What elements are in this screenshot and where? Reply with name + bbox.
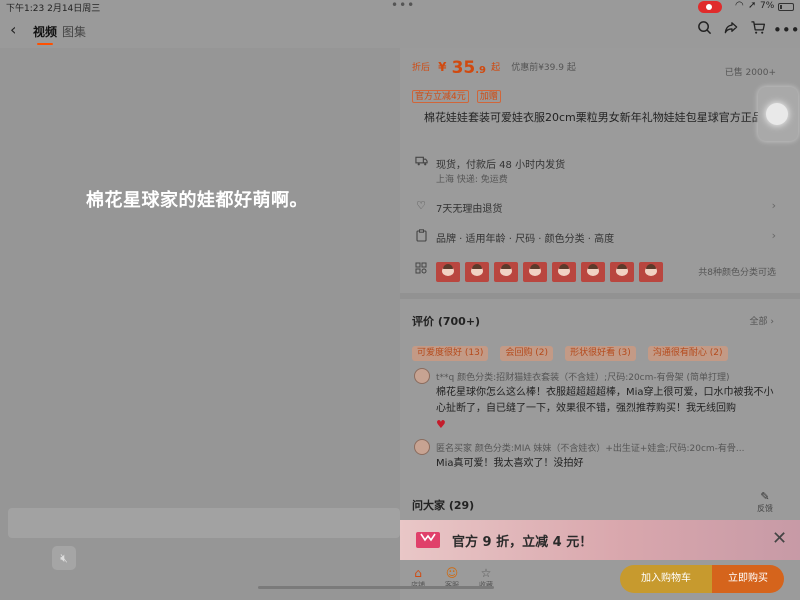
- bottom-action-bar: ⌂ 店铺 ☺ 客服 ☆ 收藏 加入购物车 立即购买: [400, 560, 800, 600]
- variant-thumb[interactable]: [610, 262, 634, 282]
- heart-outline-icon: ♡: [416, 199, 426, 212]
- grid-icon: [414, 262, 428, 276]
- tab-gallery[interactable]: 图集: [62, 23, 86, 40]
- buy-now-button[interactable]: 立即购买: [712, 565, 784, 593]
- avatar: [414, 439, 430, 455]
- price-integer: 35: [451, 58, 476, 78]
- review-tags: 可爱度很好 (13) 会回购 (2) 形状很好看 (3) 沟通很有耐心 (2): [412, 340, 735, 361]
- share-icon[interactable]: [720, 19, 742, 41]
- clipboard-icon: [414, 229, 428, 243]
- close-icon[interactable]: ✕: [772, 528, 787, 549]
- section-divider: [400, 293, 800, 299]
- back-icon[interactable]: ‹: [10, 20, 16, 39]
- status-time: 下午1:23 2月14日周三: [6, 4, 101, 14]
- location-icon: ➚: [748, 0, 757, 11]
- avatar: [414, 368, 430, 384]
- screen-record-icon: [698, 1, 722, 13]
- price-prefix: 折后: [412, 63, 431, 73]
- promo-badges: 官方立减4元 加赠: [412, 84, 504, 103]
- review-tag[interactable]: 沟通很有耐心 (2): [647, 346, 728, 361]
- qa-title[interactable]: 问大家 (29): [412, 497, 474, 513]
- product-panel: 折后 ¥ 35.9 起 优惠前¥39.9 起 已售 2000+ 官方立减4元 加…: [400, 48, 800, 600]
- assistive-touch-icon[interactable]: [758, 87, 798, 141]
- original-price: 优惠前¥39.9 起: [511, 63, 576, 73]
- tab-video[interactable]: 视频: [33, 23, 57, 45]
- multitask-dots-icon[interactable]: •••: [391, 0, 415, 12]
- price-row: 折后 ¥ 35.9 起 优惠前¥39.9 起: [412, 58, 576, 80]
- home-indicator[interactable]: [258, 586, 494, 589]
- badge-discount: 官方立减4元: [412, 90, 469, 103]
- truck-icon: [414, 155, 428, 169]
- variant-thumb[interactable]: [494, 262, 518, 282]
- edit-icon: ✎: [760, 490, 770, 503]
- star-icon: ☆: [480, 566, 492, 580]
- mute-icon[interactable]: 🔇︎: [52, 546, 76, 570]
- product-title: 棉花娃娃套装可爱娃衣服20cm栗粒男女新年礼物娃娃包星球官方正品: [424, 111, 763, 124]
- review-tag[interactable]: 会回购 (2): [500, 346, 554, 361]
- promo-banner[interactable]: 官方 9 折，立减 4 元！ ✕: [400, 520, 800, 560]
- video-player[interactable]: 棉花星球家的娃都好萌啊。 🔇︎: [0, 48, 400, 600]
- battery-icon: [778, 3, 794, 11]
- danmaku-input-bar[interactable]: [8, 508, 400, 538]
- top-nav: ‹ 视频 图集 •••: [0, 14, 800, 48]
- review-text: Mia真可爱！我太喜欢了！没拍好: [436, 458, 584, 469]
- reviews-title: 评价 (700+): [412, 315, 481, 328]
- price-suffix: 起: [491, 63, 501, 73]
- review-item[interactable]: 匿名买家 颜色分类:MIA 妹妹（不含娃衣）+出生证+娃盒;尺码:20cm-有骨…: [414, 439, 778, 479]
- variant-thumb[interactable]: [639, 262, 663, 282]
- battery-percent: 7%: [760, 1, 775, 11]
- review-meta: 匿名买家 颜色分类:MIA 妹妹（不含娃衣）+出生证+娃盒;尺码:20cm-有骨…: [436, 444, 745, 454]
- cart-icon[interactable]: [747, 19, 769, 41]
- shipping-sub: 上海 快递: 免运费: [436, 175, 508, 185]
- shipping-row[interactable]: 现货，付款后 48 小时内发货 上海 快递: 免运费: [412, 154, 776, 188]
- wifi-icon: ◠: [735, 0, 744, 11]
- feedback-button[interactable]: ✎ 反馈: [752, 490, 778, 514]
- variant-thumb[interactable]: [436, 262, 460, 282]
- shop-icon: ⌂: [414, 566, 422, 580]
- chevron-right-icon: ›: [771, 229, 776, 242]
- review-item[interactable]: t**q 颜色分类:招财猫娃衣套装（不含娃）;尺码:20cm-有骨架 (简单打理…: [414, 368, 778, 434]
- promo-text: 官方 9 折，立减 4 元！: [452, 535, 593, 550]
- returns-text: 7天无理由退货: [436, 204, 503, 215]
- chat-icon: ☺: [445, 566, 459, 580]
- tmall-logo-icon: [416, 532, 440, 548]
- variant-thumb[interactable]: [581, 262, 605, 282]
- variants-count[interactable]: 共8种颜色分类可选: [698, 265, 776, 278]
- returns-row[interactable]: ♡ 7天无理由退货 ›: [412, 198, 776, 218]
- reviews-all-link[interactable]: 全部 ›: [750, 314, 774, 327]
- review-text: 棉花星球你怎么这么棒！衣服超超超超棒，Mia穿上很可爱，口水巾被我不小心扯断了，…: [436, 387, 774, 431]
- shipping-text: 现货，付款后 48 小时内发货: [436, 160, 566, 171]
- variant-thumb[interactable]: [523, 262, 547, 282]
- review-meta: t**q 颜色分类:招财猫娃衣套装（不含娃）;尺码:20cm-有骨架 (简单打理…: [436, 373, 730, 383]
- review-tag[interactable]: 可爱度很好 (13): [412, 346, 489, 361]
- variant-thumb[interactable]: [552, 262, 576, 282]
- params-row[interactable]: 品牌 · 适用年龄 · 尺码 · 颜色分类 · 高度 ›: [412, 228, 776, 248]
- status-bar: 下午1:23 2月14日周三 ••• ◠ ➚ 7%: [0, 0, 800, 14]
- params-text: 品牌 · 适用年龄 · 尺码 · 颜色分类 · 高度: [436, 234, 615, 245]
- chevron-right-icon: ›: [771, 199, 776, 212]
- variant-thumb[interactable]: [465, 262, 489, 282]
- currency-symbol: ¥: [438, 60, 447, 74]
- badge-gift: 加赠: [476, 90, 501, 103]
- price-decimal: .9: [475, 65, 486, 76]
- sold-count: 已售 2000+: [724, 68, 776, 78]
- heart-emoji-icon: ♥: [436, 418, 446, 431]
- add-to-cart-button[interactable]: 加入购物车: [620, 565, 712, 593]
- search-icon[interactable]: [693, 19, 715, 41]
- video-caption: 棉花星球家的娃都好萌啊。: [86, 190, 308, 211]
- review-tag[interactable]: 形状很好看 (3): [565, 346, 636, 361]
- more-icon[interactable]: •••: [773, 19, 800, 41]
